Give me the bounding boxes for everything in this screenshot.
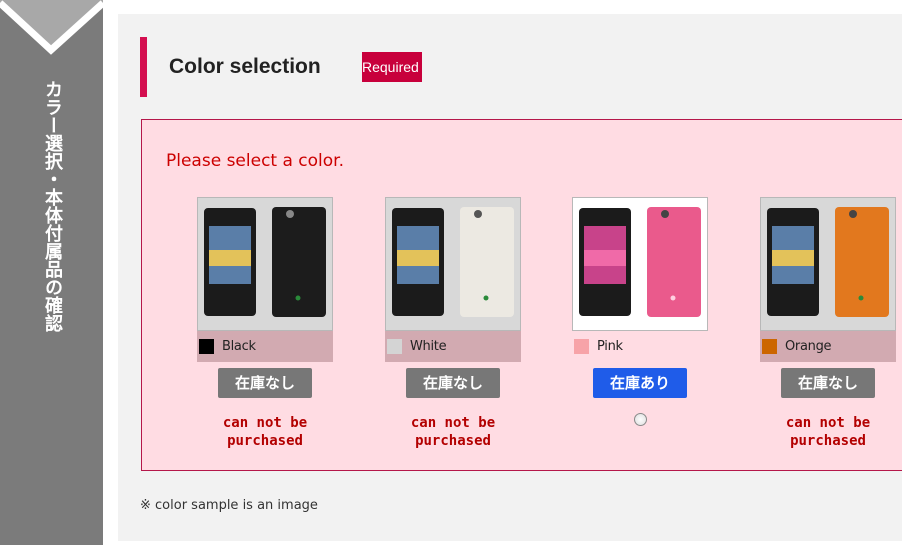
note-line-1: can not be	[785, 415, 871, 431]
color-caption: White	[385, 331, 521, 362]
color-selection-panel: Color selection Required Please select a…	[118, 14, 902, 541]
section-header: Color selection Required	[140, 37, 540, 97]
color-swatch	[387, 339, 402, 354]
color-option-pink[interactable]: Pink 在庫あり	[572, 197, 708, 426]
chevron-down-icon	[0, 0, 103, 55]
phone-image-orange	[760, 197, 896, 331]
color-caption: Orange	[760, 331, 896, 362]
stock-status-badge: 在庫あり	[593, 368, 687, 398]
color-name: White	[410, 339, 447, 354]
footnote: ※ color sample is an image	[140, 498, 318, 513]
phone-image-white	[385, 197, 521, 331]
note-line-2: purchased	[790, 433, 866, 449]
phone-image-black	[197, 197, 333, 331]
not-purchasable-note: can not be purchased	[385, 414, 521, 450]
color-name: Black	[222, 339, 256, 354]
note-line-1: can not be	[410, 415, 496, 431]
color-option-black: Black 在庫なし can not be purchased	[197, 197, 333, 450]
stock-status-badge: 在庫なし	[781, 368, 875, 398]
color-name: Pink	[597, 339, 623, 354]
stock-status-badge: 在庫なし	[218, 368, 312, 398]
color-swatch	[199, 339, 214, 354]
color-option-white: White 在庫なし can not be purchased	[385, 197, 521, 450]
not-purchasable-note: can not be purchased	[197, 414, 333, 450]
note-line-2: purchased	[415, 433, 491, 449]
color-name: Orange	[785, 339, 832, 354]
pink-radio-button[interactable]	[633, 413, 647, 426]
step-label: カラー選択・本体付属品の確認	[42, 80, 63, 332]
not-purchasable-note: can not be purchased	[760, 414, 896, 450]
required-badge: Required	[362, 52, 422, 82]
stock-status-badge: 在庫なし	[406, 368, 500, 398]
error-message: Please select a color.	[166, 151, 345, 171]
phone-image-pink[interactable]	[572, 197, 708, 331]
color-swatch	[574, 339, 589, 354]
color-caption: Black	[197, 331, 333, 362]
color-caption: Pink	[572, 331, 708, 362]
color-swatch	[762, 339, 777, 354]
note-line-1: can not be	[222, 415, 308, 431]
error-box: Please select a color. Black 在庫なし can no…	[141, 119, 902, 471]
color-option-orange: Orange 在庫なし can not be purchased	[760, 197, 896, 450]
note-line-2: purchased	[227, 433, 303, 449]
accent-bar	[140, 37, 147, 97]
section-title: Color selection	[169, 55, 321, 78]
step-sidebar: カラー選択・本体付属品の確認	[0, 0, 103, 545]
